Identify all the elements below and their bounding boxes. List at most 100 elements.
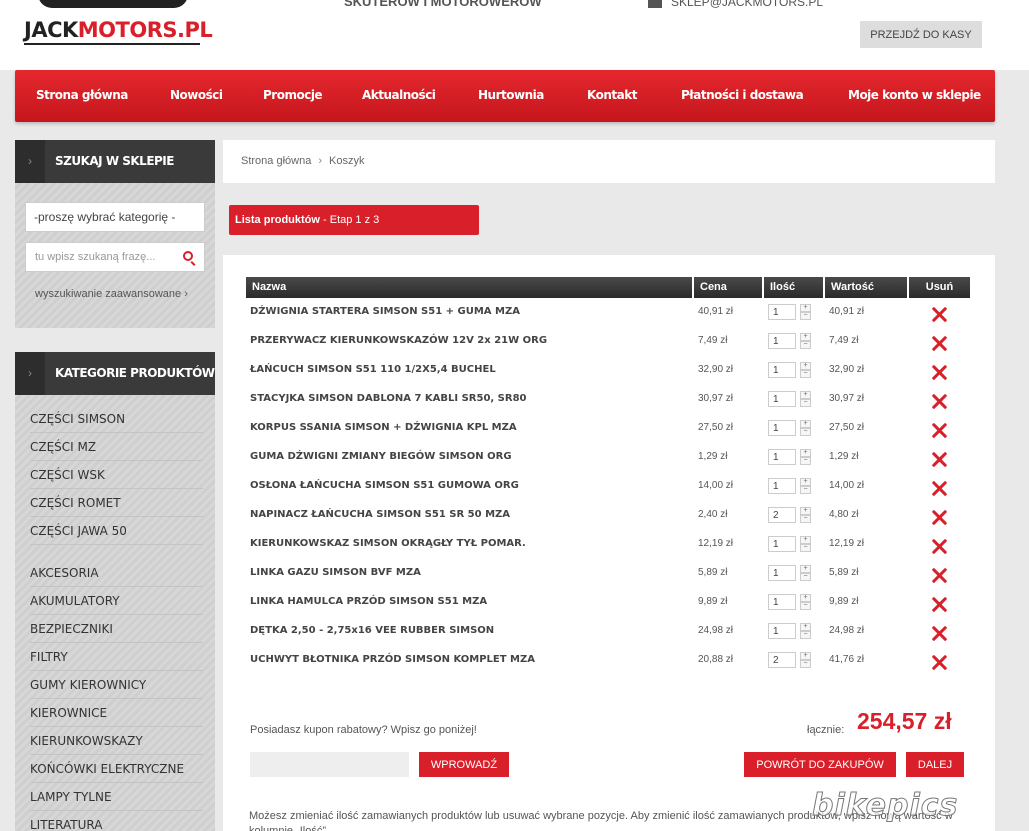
product-name[interactable]: STACYJKA SIMSON DABLONA 7 KABLI SR50, SR…: [250, 393, 527, 404]
qty-plus-button[interactable]: +: [800, 623, 811, 631]
sidebar-item-romet[interactable]: CZĘŚCI ROMET: [30, 496, 203, 517]
remove-icon[interactable]: [932, 307, 947, 322]
sidebar-item-simson[interactable]: CZĘŚCI SIMSON: [30, 412, 203, 433]
product-name[interactable]: DŹWIGNIA STARTERA SIMSON S51 + GUMA MZA: [250, 306, 520, 317]
quantity-input[interactable]: 1: [768, 478, 796, 494]
remove-icon[interactable]: [932, 394, 947, 409]
sidebar-item-tail-lamps[interactable]: LAMPY TYLNE: [30, 790, 203, 811]
product-name[interactable]: PRZERYWACZ KIERUNKOWSKAZÓW 12V 2x 21W OR…: [250, 335, 547, 346]
qty-plus-button[interactable]: +: [800, 565, 811, 573]
coupon-input[interactable]: [250, 752, 409, 777]
quantity-input[interactable]: 2: [768, 652, 796, 668]
qty-plus-button[interactable]: +: [800, 652, 811, 660]
search-icon[interactable]: [183, 251, 193, 261]
category-select[interactable]: -proszę wybrać kategorię -: [25, 202, 205, 232]
qty-minus-button[interactable]: −: [800, 428, 811, 436]
sidebar-item-wsk[interactable]: CZĘŚCI WSK: [30, 468, 203, 489]
qty-plus-button[interactable]: +: [800, 391, 811, 399]
qty-plus-button[interactable]: +: [800, 594, 811, 602]
qty-plus-button[interactable]: +: [800, 507, 811, 515]
quantity-input[interactable]: 1: [768, 449, 796, 465]
qty-minus-button[interactable]: −: [800, 515, 811, 523]
remove-icon[interactable]: [932, 539, 947, 554]
remove-icon[interactable]: [932, 655, 947, 670]
qty-plus-button[interactable]: +: [800, 304, 811, 312]
remove-icon[interactable]: [932, 452, 947, 467]
qty-minus-button[interactable]: −: [800, 544, 811, 552]
sidebar-item-batteries[interactable]: AKUMULATORY: [30, 594, 203, 615]
quantity-input[interactable]: 1: [768, 536, 796, 552]
quantity-input[interactable]: 1: [768, 304, 796, 320]
remove-icon[interactable]: [932, 510, 947, 525]
qty-minus-button[interactable]: −: [800, 602, 811, 610]
quantity-input[interactable]: 1: [768, 362, 796, 378]
site-logo[interactable]: JACKMOTORS.PL: [24, 0, 213, 46]
product-name[interactable]: KIERUNKOWSKAZ SIMSON OKRĄGŁY TYŁ POMAR.: [250, 538, 526, 549]
product-name[interactable]: OSŁONA ŁAŃCUCHA SIMSON S51 GUMOWA ORG: [250, 480, 519, 491]
product-name[interactable]: UCHWYT BŁOTNIKA PRZÓD SIMSON KOMPLET MZA: [250, 654, 535, 665]
remove-icon[interactable]: [932, 365, 947, 380]
apply-coupon-button[interactable]: WPROWADŹ: [419, 752, 509, 777]
qty-minus-button[interactable]: −: [800, 486, 811, 494]
product-name[interactable]: LINKA HAMULCA PRZÓD SIMSON S51 MZA: [250, 596, 487, 607]
sidebar-item-connectors[interactable]: KOŃCÓWKI ELEKTRYCZNE: [30, 762, 203, 783]
go-to-checkout-button[interactable]: PRZEJDŹ DO KASY: [860, 21, 982, 48]
qty-plus-button[interactable]: +: [800, 420, 811, 428]
header-email[interactable]: SKLEP@JACKMOTORS.PL: [648, 0, 823, 9]
remove-icon[interactable]: [932, 568, 947, 583]
remove-icon[interactable]: [932, 336, 947, 351]
qty-plus-button[interactable]: +: [800, 536, 811, 544]
qty-minus-button[interactable]: −: [800, 631, 811, 639]
quantity-input[interactable]: 1: [768, 333, 796, 349]
sidebar-item-fuses[interactable]: BEZPIECZNIKI: [30, 622, 203, 643]
sidebar-item-accessories[interactable]: AKCESORIA: [30, 566, 203, 587]
nav-item-home[interactable]: Strona główna: [36, 88, 128, 102]
product-name[interactable]: LINKA GAZU SIMSON BVF MZA: [250, 567, 421, 578]
product-name[interactable]: NAPINACZ ŁAŃCUCHA SIMSON S51 SR 50 MZA: [250, 509, 510, 520]
quantity-input[interactable]: 2: [768, 507, 796, 523]
qty-plus-button[interactable]: +: [800, 449, 811, 457]
sidebar-item-literature[interactable]: LITERATURA: [30, 818, 203, 831]
qty-minus-button[interactable]: −: [800, 573, 811, 581]
product-name[interactable]: GUMA DŹWIGNI ZMIANY BIEGÓW SIMSON ORG: [250, 451, 512, 462]
quantity-input[interactable]: 1: [768, 623, 796, 639]
remove-icon[interactable]: [932, 597, 947, 612]
qty-plus-button[interactable]: +: [800, 362, 811, 370]
qty-minus-button[interactable]: −: [800, 341, 811, 349]
quantity-input[interactable]: 1: [768, 420, 796, 436]
advanced-search-link[interactable]: wyszukiwanie zaawansowane ›: [35, 288, 188, 300]
sidebar-item-mz[interactable]: CZĘŚCI MZ: [30, 440, 203, 461]
next-button[interactable]: DALEJ: [906, 752, 964, 777]
qty-minus-button[interactable]: −: [800, 370, 811, 378]
sidebar-item-grips[interactable]: GUMY KIEROWNICY: [30, 678, 203, 699]
nav-item-promotions[interactable]: Promocje: [263, 88, 323, 102]
quantity-input[interactable]: 1: [768, 565, 796, 581]
nav-item-wholesale[interactable]: Hurtownia: [478, 88, 544, 102]
nav-item-contact[interactable]: Kontakt: [587, 88, 637, 102]
breadcrumb-home[interactable]: Strona główna: [241, 155, 311, 167]
remove-icon[interactable]: [932, 626, 947, 641]
sidebar-item-handlebars[interactable]: KIEROWNICE: [30, 706, 203, 727]
product-name[interactable]: KORPUS SSANIA SIMSON + DŹWIGNIA KPL MZA: [250, 422, 517, 433]
qty-plus-button[interactable]: +: [800, 333, 811, 341]
quantity-input[interactable]: 1: [768, 594, 796, 610]
qty-minus-button[interactable]: −: [800, 399, 811, 407]
qty-minus-button[interactable]: −: [800, 457, 811, 465]
back-to-shopping-button[interactable]: POWRÓT DO ZAKUPÓW: [744, 752, 896, 777]
nav-item-news[interactable]: Nowości: [170, 88, 223, 102]
nav-item-updates[interactable]: Aktualności: [362, 88, 436, 102]
search-input[interactable]: tu wpisz szukaną frazę...: [25, 242, 205, 272]
nav-item-payment-delivery[interactable]: Płatności i dostawa: [681, 88, 804, 102]
product-name[interactable]: DĘTKA 2,50 - 2,75x16 VEE RUBBER SIMSON: [250, 625, 494, 636]
qty-plus-button[interactable]: +: [800, 478, 811, 486]
sidebar-item-indicators[interactable]: KIERUNKOWSKAZY: [30, 734, 203, 755]
sidebar-item-jawa[interactable]: CZĘŚCI JAWA 50: [30, 524, 203, 545]
remove-icon[interactable]: [932, 423, 947, 438]
quantity-input[interactable]: 1: [768, 391, 796, 407]
nav-item-my-account[interactable]: Moje konto w sklepie: [848, 88, 981, 102]
sidebar-item-filters[interactable]: FILTRY: [30, 650, 203, 671]
product-name[interactable]: ŁAŃCUCH SIMSON S51 110 1/2X5,4 BUCHEL: [250, 364, 496, 375]
qty-minus-button[interactable]: −: [800, 660, 811, 668]
qty-minus-button[interactable]: −: [800, 312, 811, 320]
remove-icon[interactable]: [932, 481, 947, 496]
